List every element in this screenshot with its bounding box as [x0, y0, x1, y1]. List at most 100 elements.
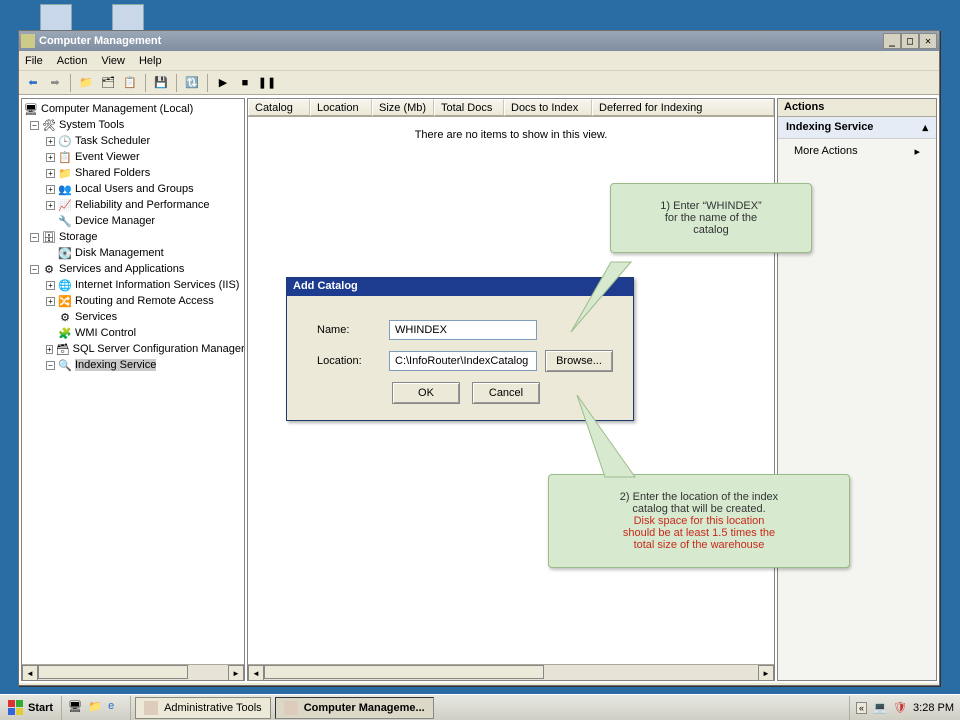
expand-icon[interactable]: + — [46, 281, 55, 290]
actions-more[interactable]: More Actions ▸ — [778, 139, 936, 163]
location-input[interactable] — [389, 351, 537, 371]
menu-action[interactable]: Action — [57, 55, 88, 67]
callout-tail-icon — [577, 395, 637, 485]
refresh-button[interactable]: 🔃 — [182, 73, 202, 93]
collapse-icon[interactable]: − — [30, 121, 39, 130]
tree-sql-config[interactable]: +🗃SQL Server Configuration Manager — [22, 341, 244, 357]
back-button[interactable]: ⬅ — [23, 73, 43, 93]
empty-message: There are no items to show in this view. — [248, 129, 774, 141]
scroll-thumb[interactable] — [264, 665, 544, 679]
callout-warning: Disk space for this location — [567, 515, 831, 527]
tree-iis[interactable]: +🌐Internet Information Services (IIS) — [22, 277, 244, 293]
disk-icon: 💽 — [58, 246, 72, 260]
menu-help[interactable]: Help — [139, 55, 162, 67]
up-button[interactable]: 📁 — [76, 73, 96, 93]
gear-icon: ⚙ — [58, 310, 72, 324]
name-label: Name: — [317, 324, 389, 336]
security-icon[interactable]: 🛡 — [893, 701, 907, 715]
tree-scrollbar[interactable]: ◄ ► — [22, 664, 244, 680]
task-computer-management[interactable]: Computer Manageme... — [275, 697, 434, 719]
tree-services[interactable]: ⚙Services — [22, 309, 244, 325]
tree-root[interactable]: 🖥Computer Management (Local) — [22, 101, 244, 117]
clock-icon: 🕒 — [58, 134, 72, 148]
maximize-button[interactable]: □ — [901, 33, 919, 49]
collapse-icon[interactable]: − — [46, 361, 55, 370]
arrow-left-icon: ⬅ — [28, 76, 37, 89]
stop-button[interactable]: ■ — [235, 73, 255, 93]
expand-icon[interactable]: + — [46, 169, 55, 178]
actions-section[interactable]: Indexing Service ▴ — [778, 117, 936, 139]
tree-device-manager[interactable]: 🔧Device Manager — [22, 213, 244, 229]
cancel-button[interactable]: Cancel — [472, 382, 540, 404]
scroll-left-icon[interactable]: ◄ — [22, 665, 38, 681]
forward-button[interactable]: ➡ — [45, 73, 65, 93]
tree-task-scheduler[interactable]: +🕒Task Scheduler — [22, 133, 244, 149]
ie-icon[interactable]: e — [108, 700, 124, 716]
ok-button[interactable]: OK — [392, 382, 460, 404]
tree-indexing-service[interactable]: −🔍Indexing Service — [22, 357, 244, 373]
export-icon: 💾 — [154, 76, 168, 89]
callout-text: for the name of the — [629, 212, 793, 224]
task-admin-tools[interactable]: Administrative Tools — [135, 697, 271, 719]
clock[interactable]: 3:28 PM — [913, 702, 954, 714]
list-scrollbar[interactable]: ◄ ► — [248, 664, 774, 680]
callout-warning: should be at least 1.5 times the — [567, 527, 831, 539]
properties-button[interactable]: 📋 — [120, 73, 140, 93]
export-button[interactable]: 💾 — [151, 73, 171, 93]
tree-system-tools[interactable]: −🛠System Tools — [22, 117, 244, 133]
scroll-right-icon[interactable]: ► — [758, 665, 774, 681]
tree-wmi[interactable]: 🧩WMI Control — [22, 325, 244, 341]
scroll-left-icon[interactable]: ◄ — [248, 665, 264, 681]
network-icon[interactable]: 💻 — [873, 701, 887, 715]
minimize-button[interactable]: _ — [883, 33, 901, 49]
tree-pane[interactable]: 🖥Computer Management (Local) −🛠System To… — [21, 98, 245, 681]
tray-expand-button[interactable]: « — [856, 702, 867, 714]
pause-button[interactable]: ❚❚ — [257, 73, 277, 93]
scroll-thumb[interactable] — [38, 665, 188, 679]
expand-icon[interactable]: + — [46, 185, 55, 194]
column-docs-to-index[interactable]: Docs to Index — [504, 99, 592, 116]
browse-button[interactable]: Browse... — [545, 350, 613, 372]
start-button[interactable]: Start — [0, 696, 62, 720]
show-hide-tree-button[interactable]: 🗂 — [98, 73, 118, 93]
collapse-icon[interactable]: − — [30, 265, 39, 274]
column-location[interactable]: Location — [310, 99, 372, 116]
menu-file[interactable]: File — [25, 55, 43, 67]
close-button[interactable]: ✕ — [919, 33, 937, 49]
menubar: File Action View Help — [19, 51, 939, 71]
quick-launch: 🖥 📁 e — [62, 696, 131, 720]
tree-services-apps[interactable]: −⚙Services and Applications — [22, 261, 244, 277]
show-desktop-icon[interactable]: 🖥 — [68, 700, 84, 716]
column-total-docs[interactable]: Total Docs — [434, 99, 504, 116]
tree-reliability[interactable]: +📈Reliability and Performance — [22, 197, 244, 213]
callout-step2: 2) Enter the location of the index catal… — [548, 474, 850, 568]
windows-flag-icon — [8, 700, 24, 716]
titlebar[interactable]: Computer Management _ □ ✕ — [19, 31, 939, 51]
iis-icon: 🌐 — [58, 278, 72, 292]
tree-rras[interactable]: +🔀Routing and Remote Access — [22, 293, 244, 309]
explorer-icon[interactable]: 📁 — [88, 700, 104, 716]
services-icon: ⚙ — [42, 262, 56, 276]
folder-icon — [144, 701, 158, 715]
play-button[interactable]: ▶ — [213, 73, 233, 93]
expand-icon[interactable]: + — [46, 345, 53, 354]
tree-local-users[interactable]: +👥Local Users and Groups — [22, 181, 244, 197]
column-deferred[interactable]: Deferred for Indexing — [592, 99, 774, 116]
expand-icon[interactable]: + — [46, 201, 55, 210]
tree-storage[interactable]: −🗄Storage — [22, 229, 244, 245]
scroll-right-icon[interactable]: ► — [228, 665, 244, 681]
column-size[interactable]: Size (Mb) — [372, 99, 434, 116]
tree-event-viewer[interactable]: +📋Event Viewer — [22, 149, 244, 165]
column-catalog[interactable]: Catalog — [248, 99, 310, 116]
name-input[interactable] — [389, 320, 537, 340]
start-label: Start — [28, 702, 53, 714]
expand-icon[interactable]: + — [46, 153, 55, 162]
system-tray: « 💻 🛡 3:28 PM — [849, 696, 960, 720]
collapse-icon[interactable]: − — [30, 233, 39, 242]
expand-icon[interactable]: + — [46, 137, 55, 146]
tree-shared-folders[interactable]: +📁Shared Folders — [22, 165, 244, 181]
location-label: Location: — [317, 355, 389, 367]
menu-view[interactable]: View — [101, 55, 125, 67]
tree-disk-management[interactable]: 💽Disk Management — [22, 245, 244, 261]
expand-icon[interactable]: + — [46, 297, 55, 306]
